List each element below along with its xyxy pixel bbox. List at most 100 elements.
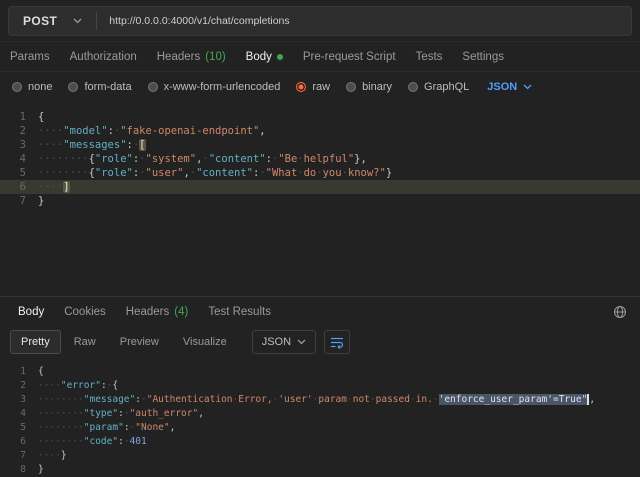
body-type-row: none form-data x-www-form-urlencoded raw bin… [0, 72, 640, 102]
response-tabs: BodyCookiesHeaders(4)Test Results [8, 297, 281, 326]
code-text: { [26, 365, 44, 379]
response-code-line-3[interactable]: 3········"message":·"Authentication·Erro… [0, 393, 640, 407]
app-root: POST http://0.0.0.0:4000/v1/chat/complet… [0, 0, 640, 477]
network-status-button[interactable] [608, 300, 632, 324]
code-text: ····} [26, 449, 67, 463]
request-tab-settings[interactable]: Settings [452, 42, 514, 71]
line-number: 2 [0, 379, 26, 393]
radio-icon [68, 82, 78, 92]
radio-icon [346, 82, 356, 92]
request-code-line-5[interactable]: 5········{"role":·"user",·"content":·"Wh… [0, 166, 640, 180]
tab-label: Authorization [70, 51, 137, 63]
wrap-lines-button[interactable] [324, 330, 350, 354]
request-tab-headers[interactable]: Headers (10) [147, 42, 236, 71]
body-type-x-www-form-urlencoded[interactable]: x-www-form-urlencoded [148, 81, 281, 93]
request-tab-tests[interactable]: Tests [406, 42, 453, 71]
code-text: ····"model":·"fake-openai-endpoint", [26, 124, 266, 138]
code-text: ········"message":·"Authentication·Error… [26, 393, 595, 407]
response-code-line-2[interactable]: 2····"error":·{ [0, 379, 640, 393]
radio-label: GraphQL [424, 81, 469, 93]
radio-label: x-www-form-urlencoded [164, 81, 281, 93]
line-number: 4 [0, 407, 26, 421]
request-tab-params[interactable]: Params [0, 42, 60, 71]
response-code-line-5[interactable]: 5········"param":·"None", [0, 421, 640, 435]
request-code-line-2[interactable]: 2····"model":·"fake-openai-endpoint", [0, 124, 640, 138]
response-tab-cookies[interactable]: Cookies [54, 297, 116, 326]
code-text: ····] [26, 180, 70, 194]
line-number: 2 [0, 124, 26, 138]
response-view-raw[interactable]: Raw [63, 330, 107, 354]
response-code-line-1[interactable]: 1{ [0, 365, 640, 379]
request-code-line-6[interactable]: 6····] [0, 180, 640, 194]
code-text: ········{"role":·"user",·"content":·"Wha… [26, 166, 392, 180]
response-code-line-6[interactable]: 6········"code":·401 [0, 435, 640, 449]
tab-count: (10) [205, 51, 225, 63]
response-tab-test-results[interactable]: Test Results [198, 297, 281, 326]
line-number: 4 [0, 152, 26, 166]
response-view-pretty[interactable]: Pretty [10, 330, 61, 354]
method-select[interactable]: POST [9, 14, 96, 28]
wrap-lines-icon [330, 336, 344, 349]
radio-label: form-data [84, 81, 131, 93]
radio-icon [148, 82, 158, 92]
chevron-down-icon [73, 18, 82, 24]
chevron-down-icon [297, 339, 306, 345]
response-code-line-7[interactable]: 7····} [0, 449, 640, 463]
radio-icon [408, 82, 418, 92]
body-type-radio-group: none form-data x-www-form-urlencoded raw bin… [12, 81, 469, 93]
tab-label: Tests [416, 51, 443, 63]
response-language-label: JSON [262, 336, 291, 348]
language-label: JSON [487, 81, 517, 93]
line-number: 7 [0, 449, 26, 463]
line-number: 5 [0, 166, 26, 180]
response-tab-headers[interactable]: Headers(4) [116, 297, 199, 326]
code-text: } [26, 463, 44, 477]
url-input[interactable]: http://0.0.0.0:4000/v1/chat/completions [97, 15, 631, 27]
response-language-select[interactable]: JSON [252, 330, 316, 354]
tab-count: (4) [174, 306, 188, 318]
radio-label: none [28, 81, 52, 93]
request-tab-authorization[interactable]: Authorization [60, 42, 147, 71]
request-code-line-7[interactable]: 7} [0, 194, 640, 208]
body-type-graphql[interactable]: GraphQL [408, 81, 469, 93]
line-number: 6 [0, 180, 26, 194]
tab-label: Params [10, 51, 50, 63]
request-tab-body[interactable]: Body [236, 42, 293, 71]
line-number: 3 [0, 393, 26, 407]
request-code-line-1[interactable]: 1{ [0, 110, 640, 124]
code-text: ····"messages":·[ [26, 138, 146, 152]
line-number: 6 [0, 435, 26, 449]
request-tab-pre-request-script[interactable]: Pre-request Script [293, 42, 406, 71]
code-text: ········"param":·"None", [26, 421, 175, 435]
code-text: ········"type":·"auth_error", [26, 407, 204, 421]
response-view-tabs: PrettyRawPreviewVisualize [10, 330, 238, 354]
body-type-binary[interactable]: binary [346, 81, 392, 93]
tab-label: Pre-request Script [303, 51, 396, 63]
radio-label: binary [362, 81, 392, 93]
response-code-line-8[interactable]: 8} [0, 463, 640, 477]
line-number: 7 [0, 194, 26, 208]
request-code-line-3[interactable]: 3····"messages":·[ [0, 138, 640, 152]
response-view-preview[interactable]: Preview [109, 330, 170, 354]
response-code-line-4[interactable]: 4········"type":·"auth_error", [0, 407, 640, 421]
code-text: ····"error":·{ [26, 379, 118, 393]
request-url-bar: POST http://0.0.0.0:4000/v1/chat/complet… [0, 0, 640, 42]
body-type-none[interactable]: none [12, 81, 52, 93]
response-toolbar: PrettyRawPreviewVisualize JSON [0, 326, 640, 358]
code-text: ········{"role":·"system",·"content":·"B… [26, 152, 367, 166]
body-type-form-data[interactable]: form-data [68, 81, 131, 93]
response-tab-body[interactable]: Body [8, 297, 54, 326]
code-text: { [26, 110, 44, 124]
request-code-line-4[interactable]: 4········{"role":·"system",·"content":·"… [0, 152, 640, 166]
language-select[interactable]: JSON [487, 81, 532, 93]
response-view-visualize[interactable]: Visualize [172, 330, 238, 354]
radio-icon [296, 82, 306, 92]
radio-label: raw [312, 81, 330, 93]
response-body-editor[interactable]: 1{2····"error":·{3········"message":·"Au… [0, 358, 640, 477]
line-number: 1 [0, 365, 26, 379]
chevron-down-icon [523, 84, 532, 90]
tab-label: Headers [157, 51, 200, 63]
request-body-editor[interactable]: 1{2····"model":·"fake-openai-endpoint",3… [0, 102, 640, 296]
body-type-raw[interactable]: raw [296, 81, 330, 93]
line-number: 8 [0, 463, 26, 477]
